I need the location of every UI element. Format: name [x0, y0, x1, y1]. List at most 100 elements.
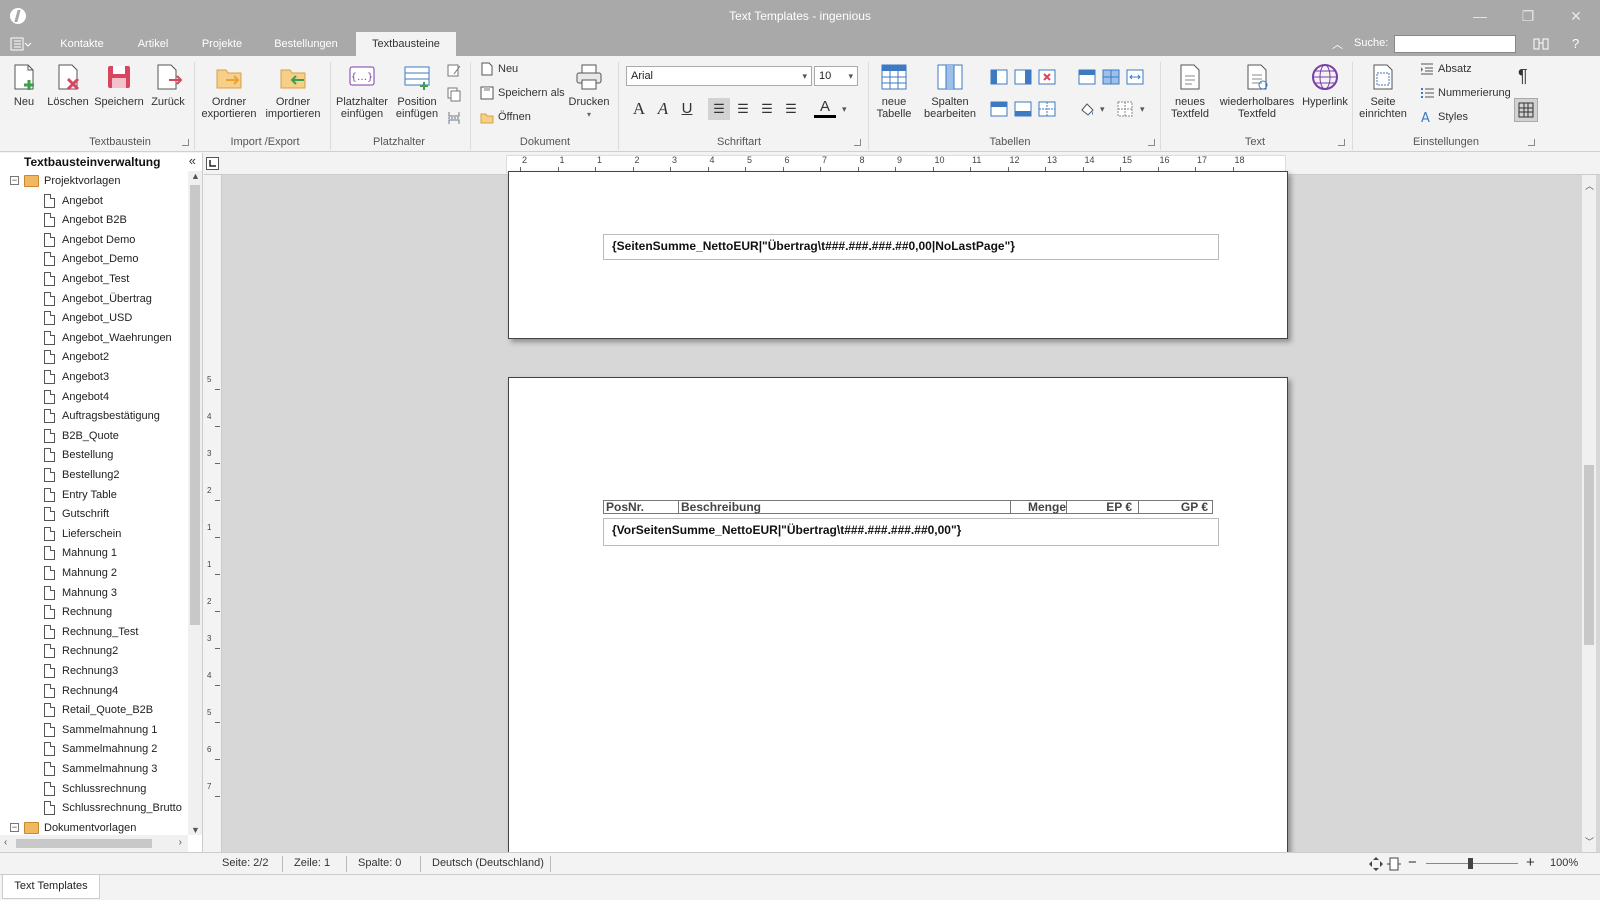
hyperlink-button[interactable]: Hyperlink — [1300, 62, 1350, 108]
tree-item[interactable]: Retail_Quote_B2B — [0, 700, 188, 720]
insert-row-below-icon[interactable] — [1014, 100, 1032, 121]
tab-projekte[interactable]: Projekte — [192, 32, 252, 56]
tree-item[interactable]: Angebot Demo — [0, 230, 188, 250]
tree-item[interactable]: Rechnung4 — [0, 681, 188, 701]
app-menu-icon[interactable] — [10, 37, 32, 51]
sidebar-hscroll-thumb[interactable] — [16, 839, 152, 848]
tab-bestellungen[interactable]: Bestellungen — [266, 32, 346, 56]
sidebar-collapse-icon[interactable]: « — [189, 153, 196, 168]
tree-item[interactable]: Schlussrechnung — [0, 779, 188, 799]
neu-button[interactable]: Neu — [6, 62, 42, 108]
oeffnen-button[interactable]: Öffnen — [480, 110, 531, 124]
tree-expander-icon[interactable]: − — [10, 822, 19, 832]
tree-item[interactable]: Angebot2 — [0, 347, 188, 367]
spalten-bearbeiten-button[interactable]: Spalten bearbeiten — [922, 62, 978, 120]
speichern-als-button[interactable]: Speichern als — [480, 86, 565, 100]
tree-item[interactable]: Mahnung 3 — [0, 583, 188, 603]
tree-item[interactable]: Sammelmahnung 3 — [0, 759, 188, 779]
position-einfuegen-button[interactable]: Position einfügen — [394, 62, 440, 120]
delete-column-icon[interactable] — [1038, 68, 1056, 89]
tab-artikel[interactable]: Artikel — [126, 32, 180, 56]
absatz-button[interactable]: Absatz — [1420, 62, 1472, 76]
font-grow-icon[interactable]: A — [628, 98, 650, 120]
styles-button[interactable]: A Styles — [1420, 110, 1468, 124]
scroll-up-icon[interactable]: ▲ — [191, 171, 200, 181]
editor-scroll-up-icon[interactable]: ︿ — [1585, 179, 1594, 192]
help-icon[interactable]: ? — [1572, 36, 1579, 51]
binoculars-icon[interactable] — [1532, 35, 1550, 56]
tree-item[interactable]: Angebot — [0, 191, 188, 211]
sidebar-scroll-thumb[interactable] — [190, 185, 200, 625]
document-page-2[interactable]: PosNr. Beschreibung Menge EP € GP € {Vor… — [508, 377, 1288, 857]
wiederholbares-textfeld-button[interactable]: wiederholbares Textfeld — [1216, 62, 1298, 120]
tree-item[interactable]: Schlussrechnung_Brutto — [0, 798, 188, 818]
tab-stop-selector-icon[interactable] — [206, 157, 219, 170]
editor-vertical-scrollbar[interactable]: ︿ ﹀ — [1582, 175, 1596, 852]
search-input[interactable] — [1394, 35, 1516, 53]
position-table-header[interactable]: PosNr. Beschreibung Menge EP € GP € — [603, 500, 1213, 514]
grid-lines-icon[interactable] — [1514, 98, 1538, 122]
document-page-1[interactable]: {SeitenSumme_NettoEUR|"Übertrag\t###.###… — [508, 171, 1288, 339]
tree-item[interactable]: Mahnung 2 — [0, 563, 188, 583]
scroll-right-icon[interactable]: › — [179, 837, 182, 848]
cell-shading-icon[interactable] — [1078, 100, 1096, 121]
vertical-ruler[interactable]: 5 4 3 2 1 1 2 3 4 5 6 7 — [204, 175, 222, 852]
scroll-down-icon[interactable]: ▼ — [191, 825, 200, 835]
merge-cells-icon[interactable] — [1126, 68, 1144, 89]
zoom-out-icon[interactable]: − — [1408, 854, 1417, 871]
tree-item[interactable]: Angebot4 — [0, 387, 188, 407]
tree-item[interactable]: Rechnung2 — [0, 641, 188, 661]
tree-folder[interactable]: − Projektvorlagen — [0, 171, 188, 191]
tree-item[interactable]: Lieferschein — [0, 524, 188, 544]
tree-item[interactable]: Gutschrift — [0, 504, 188, 524]
select-cell-icon[interactable] — [1078, 68, 1096, 89]
ribbon-collapse-icon[interactable]: ︿ — [1332, 36, 1343, 52]
tree-item[interactable]: Angebot_Waehrungen — [0, 328, 188, 348]
sidebar-vertical-scrollbar[interactable]: ▲ ▼ — [188, 171, 202, 835]
align-left-icon[interactable]: ☰ — [708, 98, 730, 120]
font-size-select[interactable]: 10 — [814, 66, 858, 86]
borders-icon[interactable] — [1116, 100, 1134, 121]
edit-placeholder-icon[interactable] — [446, 62, 462, 81]
platzhalter-einfuegen-button[interactable]: {…} Platzhalter einfügen — [334, 62, 390, 120]
tree-item[interactable]: Bestellung2 — [0, 465, 188, 485]
sidebar-horizontal-scrollbar[interactable]: ‹ › — [0, 835, 188, 852]
tree-item[interactable]: Angebot_Test — [0, 269, 188, 289]
seite-einrichten-button[interactable]: Seite einrichten — [1358, 62, 1408, 120]
select-table-icon[interactable] — [1102, 68, 1120, 89]
align-justify-icon[interactable]: ☰ — [780, 98, 802, 120]
tree-item[interactable]: Sammelmahnung 1 — [0, 720, 188, 740]
neues-textfeld-button[interactable]: neues Textfeld — [1166, 62, 1214, 120]
page1-sum-field[interactable]: {SeitenSumme_NettoEUR|"Übertrag\t###.###… — [603, 234, 1219, 260]
tab-textbausteine[interactable]: Textbausteine — [356, 32, 456, 56]
tree-item[interactable]: Angebot3 — [0, 367, 188, 387]
font-name-select[interactable]: Arial — [626, 66, 812, 86]
drucken-chevron-icon[interactable]: ▾ — [587, 110, 591, 119]
tree-item[interactable]: Rechnung_Test — [0, 622, 188, 642]
tree-item[interactable]: Angebot_Demo — [0, 249, 188, 269]
tree-item[interactable]: Bestellung — [0, 445, 188, 465]
align-right-icon[interactable]: ☰ — [756, 98, 778, 120]
zoom-slider-thumb[interactable] — [1468, 858, 1473, 869]
page2-carry-field[interactable]: {VorSeitenSumme_NettoEUR|"Übertrag\t###.… — [603, 518, 1219, 546]
font-color-chevron-icon[interactable]: ▾ — [842, 104, 847, 115]
group-text-launcher[interactable] — [1338, 139, 1345, 146]
insert-column-left-icon[interactable] — [990, 68, 1008, 89]
group-schriftart-launcher[interactable] — [854, 139, 861, 146]
minimize-button[interactable]: — — [1470, 6, 1490, 26]
close-button[interactable]: ✕ — [1566, 6, 1586, 26]
insert-row-above-icon[interactable] — [990, 100, 1008, 121]
doc-neu-button[interactable]: Neu — [480, 62, 518, 76]
font-color-icon[interactable]: A — [814, 98, 836, 118]
editor-scroll-thumb[interactable] — [1584, 465, 1594, 645]
group-einstellungen-launcher[interactable] — [1528, 139, 1535, 146]
ordner-importieren-button[interactable]: Ordner importieren — [264, 62, 322, 120]
tree-item[interactable]: Rechnung3 — [0, 661, 188, 681]
insert-column-right-icon[interactable] — [1014, 68, 1032, 89]
tree-item[interactable]: Mahnung 1 — [0, 543, 188, 563]
ordner-exportieren-button[interactable]: Ordner exportieren — [200, 62, 258, 120]
tab-kontakte[interactable]: Kontakte — [50, 32, 114, 56]
tree-item[interactable]: Angebot B2B — [0, 210, 188, 230]
pilcrow-icon[interactable]: ¶ — [1518, 66, 1528, 87]
tree-item[interactable]: B2B_Quote — [0, 426, 188, 446]
